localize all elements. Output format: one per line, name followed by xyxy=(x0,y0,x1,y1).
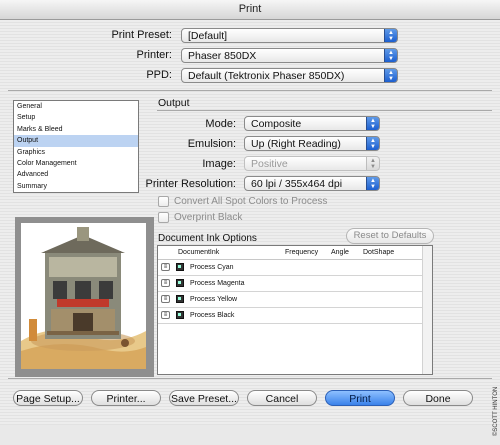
convert-spot-colors-row[interactable]: Convert All Spot Colors to Process xyxy=(158,196,327,207)
preview-page xyxy=(21,223,146,369)
ink-name: Process Cyan xyxy=(190,264,234,271)
overprint-black-checkbox[interactable] xyxy=(158,212,169,223)
sidebar-item-output[interactable]: Output xyxy=(14,135,138,147)
convert-spot-colors-label: Convert All Spot Colors to Process xyxy=(174,196,328,208)
printer-label: Printer: xyxy=(136,49,172,61)
ink-table-scrollbar[interactable] xyxy=(422,246,432,374)
reset-to-defaults-button[interactable]: Reset to Defaults xyxy=(346,228,434,244)
ink-swatch-icon xyxy=(176,279,184,287)
dialog-content: Print Preset: [Default] ▲ ▼ Printer: Phas… xyxy=(0,20,500,436)
popup-arrows-icon: ▲ ▼ xyxy=(384,49,397,62)
image-popup[interactable]: Positive ▲ ▼ xyxy=(244,156,380,171)
print-button[interactable]: Print xyxy=(325,390,395,406)
column-dotshape: DotShape xyxy=(363,249,395,256)
printer-resolution-value: 60 lpi / 355x464 dpi xyxy=(251,178,343,190)
print-dialog: Print Print Preset: [Default] ▲ ▼ Printer… xyxy=(0,0,500,436)
ink-table-header: DocumentInk Frequency Angle DotShape xyxy=(158,246,432,260)
overprint-black-row[interactable]: Overprint Black xyxy=(158,212,242,223)
save-preset-button[interactable]: Save Preset... xyxy=(169,390,239,406)
popup-arrows-icon: ▲ ▼ xyxy=(366,157,379,170)
footer-divider xyxy=(8,378,492,379)
ink-swatch-icon xyxy=(176,295,184,303)
printer-resolution-label: Printer Resolution: xyxy=(145,178,237,190)
ink-row[interactable]: ≡ Process Yellow xyxy=(158,292,432,308)
sidebar-item-general[interactable]: General xyxy=(14,101,138,112)
ink-swatch-icon xyxy=(176,263,184,271)
popup-arrows-icon: ▲ ▼ xyxy=(366,177,379,190)
column-frequency: Frequency xyxy=(285,249,319,256)
sidebar-item-marks-bleed[interactable]: Marks & Bleed xyxy=(14,124,138,135)
ppd-popup[interactable]: Default (Tektronix Phaser 850DX) ▲ ▼ xyxy=(181,68,398,83)
popup-arrows-icon: ▲ ▼ xyxy=(384,29,397,42)
ink-name: Process Yellow xyxy=(190,296,238,303)
printer-value: Phaser 850DX xyxy=(188,50,257,62)
sidebar-item-advanced[interactable]: Advanced xyxy=(14,169,138,180)
emulsion-value: Up (Right Reading) xyxy=(251,138,341,150)
preview-illustration xyxy=(21,223,146,369)
overprint-black-label: Overprint Black xyxy=(174,212,243,224)
printer-ink-icon: ≡ xyxy=(161,311,170,319)
column-documentink: DocumentInk xyxy=(178,249,220,256)
printer-popup[interactable]: Phaser 850DX ▲ ▼ xyxy=(181,48,398,63)
sidebar-item-color-management[interactable]: Color Management xyxy=(14,158,138,169)
printer-ink-icon: ≡ xyxy=(161,279,170,287)
popup-arrows-icon: ▲ ▼ xyxy=(384,69,397,82)
ink-row[interactable]: ≡ Process Magenta xyxy=(158,276,432,292)
page-setup-button[interactable]: Page Setup... xyxy=(13,390,83,406)
print-preset-popup[interactable]: [Default] ▲ ▼ xyxy=(181,28,398,43)
header-divider xyxy=(8,90,492,91)
print-preset-value: [Default] xyxy=(188,30,228,42)
mode-popup[interactable]: Composite ▲ ▼ xyxy=(244,116,380,131)
printer-ink-icon: ≡ xyxy=(161,295,170,303)
ink-row[interactable]: ≡ Process Black xyxy=(158,308,432,324)
mode-label: Mode: xyxy=(205,118,236,130)
print-preview xyxy=(15,217,154,377)
window-title: Print xyxy=(0,0,500,20)
output-section-title: Output xyxy=(158,97,190,109)
output-divider xyxy=(157,110,492,111)
ink-row[interactable]: ≡ Process Cyan xyxy=(158,260,432,276)
sidebar-item-setup[interactable]: Setup xyxy=(14,112,138,123)
photo-credit: ©SCOTT HINTON xyxy=(490,370,500,440)
print-preset-label: Print Preset: xyxy=(111,29,172,41)
image-label: Image: xyxy=(202,158,236,170)
ink-name: Process Black xyxy=(190,312,235,319)
ink-name: Process Magenta xyxy=(190,280,245,287)
ppd-value: Default (Tektronix Phaser 850DX) xyxy=(188,70,345,82)
ink-table[interactable]: DocumentInk Frequency Angle DotShape ≡ P… xyxy=(157,245,433,375)
emulsion-popup[interactable]: Up (Right Reading) ▲ ▼ xyxy=(244,136,380,151)
category-list[interactable]: General Setup Marks & Bleed Output Graph… xyxy=(13,100,139,193)
printer-ink-icon: ≡ xyxy=(161,263,170,271)
ink-swatch-icon xyxy=(176,311,184,319)
cancel-button[interactable]: Cancel xyxy=(247,390,317,406)
done-button[interactable]: Done xyxy=(403,390,473,406)
sidebar-item-graphics[interactable]: Graphics xyxy=(14,147,138,158)
sidebar-item-summary[interactable]: Summary xyxy=(14,181,138,192)
popup-arrows-icon: ▲ ▼ xyxy=(366,117,379,130)
popup-arrows-icon: ▲ ▼ xyxy=(366,137,379,150)
mode-value: Composite xyxy=(251,118,302,130)
printer-resolution-popup[interactable]: 60 lpi / 355x464 dpi ▲ ▼ xyxy=(244,176,380,191)
ink-options-title: Document Ink Options xyxy=(158,233,257,244)
printer-button[interactable]: Printer... xyxy=(91,390,161,406)
column-angle: Angle xyxy=(331,249,349,256)
photo-credit-text: ©SCOTT HINTON xyxy=(492,387,499,436)
emulsion-label: Emulsion: xyxy=(187,138,236,150)
image-value: Positive xyxy=(251,158,288,170)
ppd-label: PPD: xyxy=(146,69,172,81)
convert-spot-colors-checkbox[interactable] xyxy=(158,196,169,207)
